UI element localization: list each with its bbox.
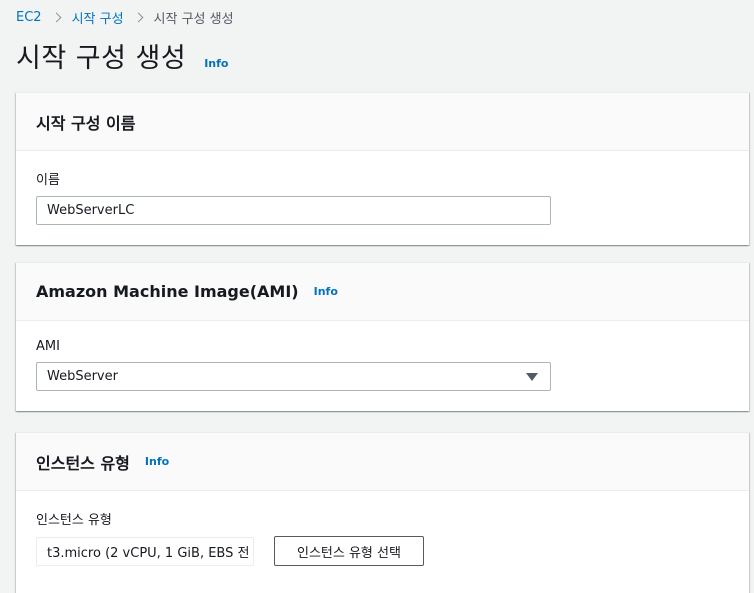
panel-header: 시작 구성 이름 bbox=[16, 93, 749, 151]
panel-header: Amazon Machine Image(AMI) Info bbox=[16, 263, 749, 321]
panel-title: 인스턴스 유형 bbox=[36, 453, 130, 473]
panel-title: Amazon Machine Image(AMI) bbox=[36, 282, 299, 301]
breadcrumb-current: 시작 구성 생성 bbox=[153, 11, 234, 27]
ami-selected-value: WebServer bbox=[47, 369, 118, 384]
instance-type-field-label: 인스턴스 유형 bbox=[36, 513, 112, 528]
name-input[interactable]: WebServerLC bbox=[36, 196, 551, 225]
caret-down-icon bbox=[526, 372, 538, 381]
ami-field-label: AMI bbox=[36, 339, 60, 354]
page-header: 시작 구성 생성 Info bbox=[16, 36, 229, 75]
page-title: 시작 구성 생성 bbox=[16, 43, 187, 74]
instance-type-row: t3.micro (2 vCPU, 1 GiB, EBS 전 인스턴스 유형 선… bbox=[36, 536, 729, 566]
launch-config-name-panel: 시작 구성 이름 이름 WebServerLC bbox=[16, 92, 749, 245]
chevron-right-icon bbox=[133, 12, 143, 22]
ami-info-link[interactable]: Info bbox=[314, 285, 338, 298]
instance-type-value: t3.micro (2 vCPU, 1 GiB, EBS 전 bbox=[36, 536, 254, 566]
panel-body: 이름 WebServerLC bbox=[16, 151, 749, 245]
name-field-label: 이름 bbox=[36, 173, 60, 188]
panel-body: AMI WebServer bbox=[16, 321, 749, 411]
choose-instance-type-button[interactable]: 인스턴스 유형 선택 bbox=[274, 536, 424, 566]
breadcrumb: EC2 시작 구성 시작 구성 생성 bbox=[16, 8, 234, 27]
instance-type-info-link[interactable]: Info bbox=[145, 455, 169, 468]
panel-title: 시작 구성 이름 bbox=[36, 113, 136, 133]
panel-header: 인스턴스 유형 Info bbox=[16, 433, 749, 491]
breadcrumb-ec2-link[interactable]: EC2 bbox=[16, 10, 42, 25]
ami-select[interactable]: WebServer bbox=[36, 362, 551, 391]
chevron-right-icon bbox=[51, 12, 62, 22]
page-info-link[interactable]: Info bbox=[204, 57, 228, 70]
panel-body: 인스턴스 유형 t3.micro (2 vCPU, 1 GiB, EBS 전 인… bbox=[16, 491, 749, 586]
ami-panel: Amazon Machine Image(AMI) Info AMI WebSe… bbox=[16, 262, 749, 411]
breadcrumb-launch-config-link[interactable]: 시작 구성 bbox=[72, 8, 124, 27]
instance-type-panel: 인스턴스 유형 Info 인스턴스 유형 t3.micro (2 vCPU, 1… bbox=[16, 432, 749, 593]
